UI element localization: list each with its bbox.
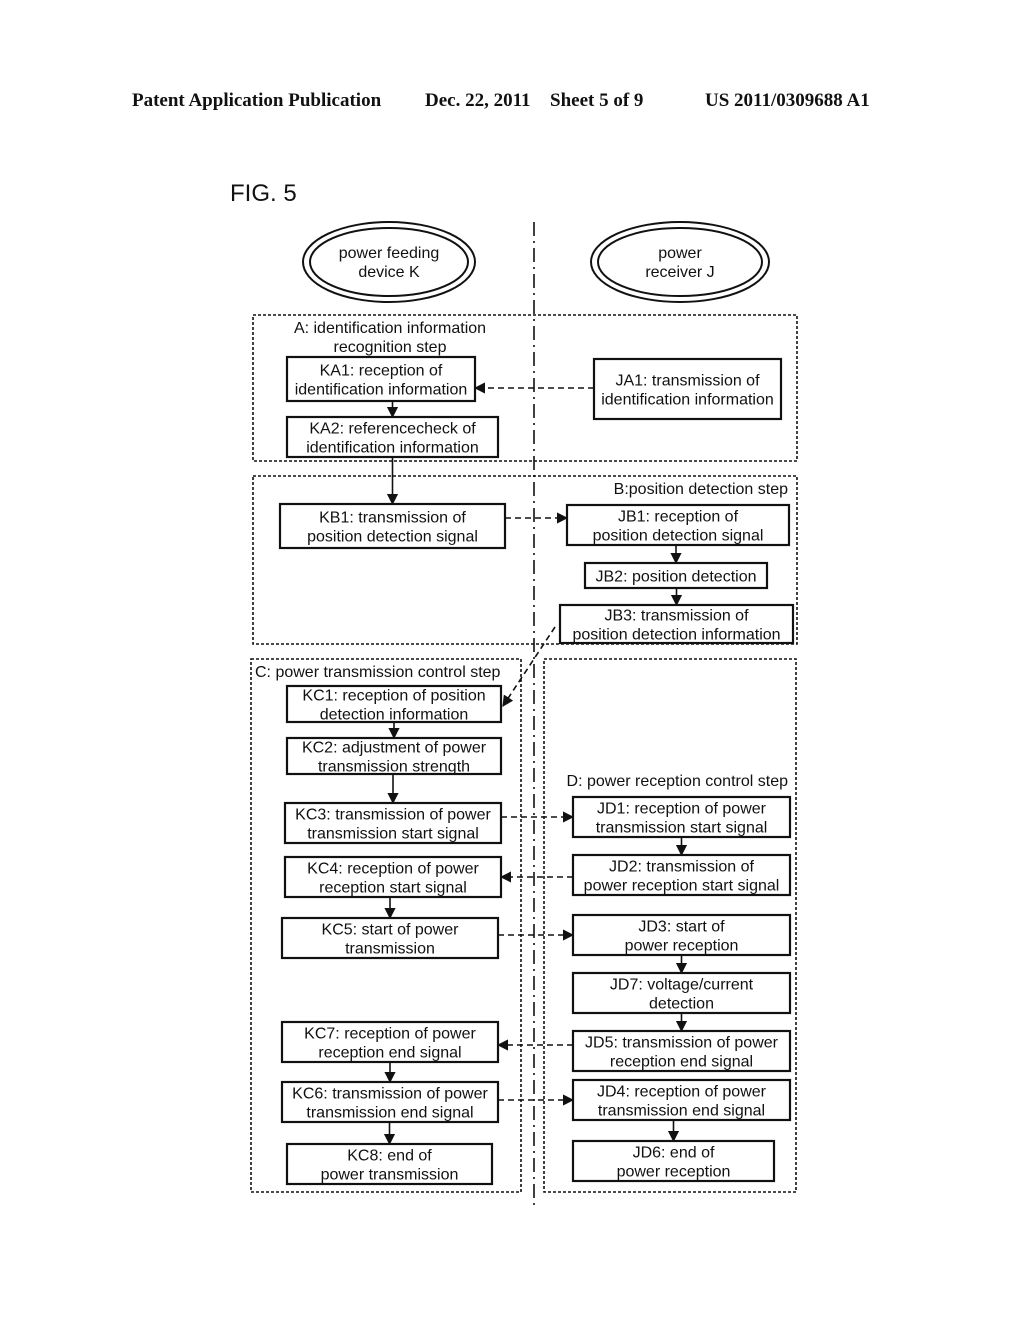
process-label-JB1: JB1: reception of <box>618 509 739 526</box>
process-label-JD5: reception end signal <box>610 1054 753 1071</box>
process-label-KC6: transmission end signal <box>306 1105 473 1122</box>
step-label-A: recognition step <box>334 339 447 356</box>
process-label-JA1: JA1: transmission of <box>615 373 760 390</box>
process-label-KC5: KC5: start of power <box>322 922 460 939</box>
process-label-JD3: power reception <box>625 938 739 955</box>
step-label-D: D: power reception control step <box>567 773 789 790</box>
actor-outer-ellipse <box>302 221 476 303</box>
process-label-KC6: KC6: transmission of power <box>292 1086 488 1103</box>
flowchart: FIG. 5 A: identification information reco… <box>230 180 798 1205</box>
process-label-JD2: power reception start signal <box>584 878 780 895</box>
process-label-JD1: transmission start signal <box>596 820 768 837</box>
process-label-JD4: JD4: reception of power <box>597 1084 767 1101</box>
actor-outer-ellipse <box>590 221 770 303</box>
process-label-KA1: KA1: reception of <box>320 363 443 380</box>
process-label-JB3: position detection information <box>572 627 780 644</box>
process-label-KC4: KC4: reception of power <box>307 861 479 878</box>
process-label-KC4: reception start signal <box>319 880 467 897</box>
process-label-KC7: reception end signal <box>318 1045 461 1062</box>
process-label-KC8: power transmission <box>321 1167 459 1184</box>
process-label-KC7: KC7: reception of power <box>304 1026 476 1043</box>
process-label-KC1: detection information <box>320 707 469 724</box>
actor-label-J: power <box>658 245 702 262</box>
process-label-KC3: transmission start signal <box>307 826 479 843</box>
step-label-C: C: power transmission control step <box>255 664 501 681</box>
actor-label-K: power feeding <box>339 245 440 262</box>
process-label-JD4: transmission end signal <box>598 1103 765 1120</box>
step-label-A: A: identification information <box>294 320 486 337</box>
process-label-KA1: identification information <box>295 382 468 399</box>
process-label-KC3: KC3: transmission of power <box>295 807 491 824</box>
flow-arrow-JB3-KC1 <box>502 626 556 707</box>
process-label-JD3: JD3: start of <box>638 919 725 936</box>
process-label-KC2: transmission strength <box>318 759 470 776</box>
process-label-JD5: JD5: transmission of power <box>585 1035 779 1052</box>
process-label-KA2: identification information <box>306 440 479 457</box>
process-label-KC2: KC2: adjustment of power <box>302 740 487 757</box>
process-label-KA2: KA2: referencecheck of <box>309 421 476 438</box>
process-label-JA1: identification information <box>601 392 774 409</box>
process-label-JD7: JD7: voltage/current <box>610 977 754 994</box>
step-label-B: B:position detection step <box>614 481 788 498</box>
process-label-KB1: KB1: transmission of <box>319 510 466 527</box>
process-label-KC5: transmission <box>345 941 435 958</box>
process-label-JB2: JB2: position detection <box>596 569 757 586</box>
process-label-KC1: KC1: reception of position <box>302 688 485 705</box>
process-label-KC8: KC8: end of <box>347 1148 432 1165</box>
process-label-KB1: position detection signal <box>307 529 478 546</box>
actor-label-J: receiver J <box>645 264 714 281</box>
process-label-JD7: detection <box>649 996 714 1013</box>
process-label-JD2: JD2: transmission of <box>609 859 754 876</box>
process-label-JD1: JD1: reception of power <box>597 801 767 818</box>
figure-label: FIG. 5 <box>230 180 297 207</box>
process-label-JD6: power reception <box>617 1164 731 1181</box>
process-label-JB1: position detection signal <box>593 528 764 545</box>
process-label-JB3: JB3: transmission of <box>604 608 749 625</box>
actor-label-K: device K <box>358 264 420 281</box>
process-label-JD6: JD6: end of <box>633 1145 715 1162</box>
